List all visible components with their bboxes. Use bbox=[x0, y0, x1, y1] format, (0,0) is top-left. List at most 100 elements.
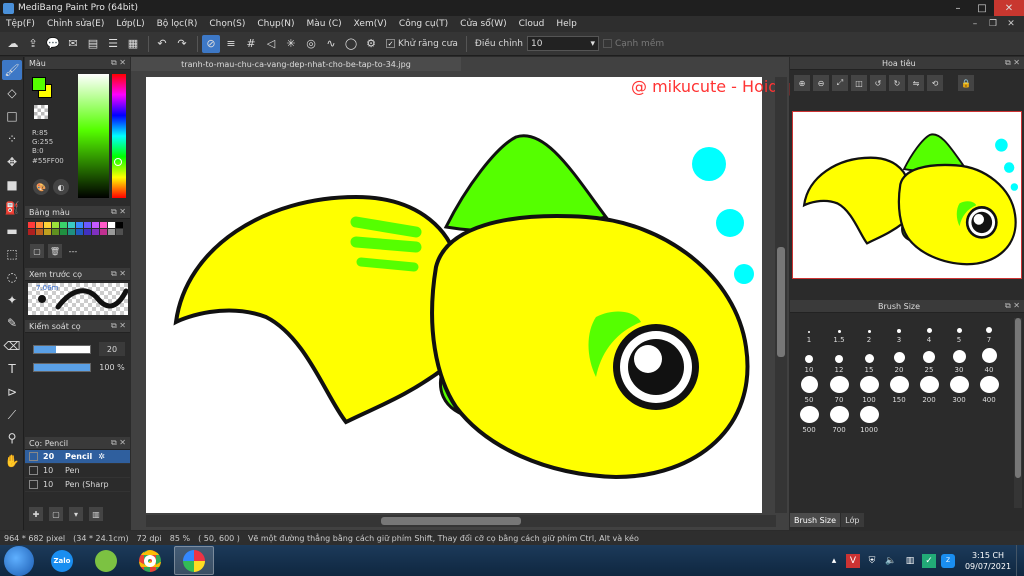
brush-size-option[interactable]: 5 bbox=[944, 316, 974, 346]
palette-icon[interactable]: 🎨 bbox=[33, 179, 49, 195]
parallel-snap-icon[interactable]: ≡ bbox=[222, 35, 240, 53]
palette-swatch[interactable] bbox=[60, 229, 67, 235]
soft-edge-checkbox[interactable]: Cạnh mềm bbox=[602, 39, 664, 49]
undo-icon[interactable]: ↶ bbox=[153, 35, 171, 53]
brush-size-option[interactable]: 500 bbox=[794, 406, 824, 436]
move-tool-icon[interactable]: ✥ bbox=[2, 152, 22, 172]
brush-size-option[interactable]: 3 bbox=[884, 316, 914, 346]
tab-layer[interactable]: Lớp bbox=[841, 513, 864, 527]
lock-icon[interactable]: 🔒 bbox=[958, 75, 974, 91]
horizontal-scrollbar[interactable] bbox=[146, 515, 776, 527]
hue-marker[interactable] bbox=[114, 158, 122, 166]
panel-close-icon[interactable]: ⧉ ✕ bbox=[111, 269, 126, 279]
brush-size-value[interactable]: 20 bbox=[99, 342, 125, 356]
select-eraser-tool-icon[interactable]: ⌫ bbox=[2, 336, 22, 356]
vanish-snap-icon[interactable]: ◁ bbox=[262, 35, 280, 53]
brush-size-option[interactable]: 12 bbox=[824, 346, 854, 376]
drawing-canvas[interactable] bbox=[146, 77, 762, 513]
eraser-tool-icon[interactable]: ◇ bbox=[2, 83, 22, 103]
snap-off-icon[interactable]: ⊘ bbox=[202, 34, 220, 53]
lasso-tool-icon[interactable]: ◌ bbox=[2, 267, 22, 287]
menu-help[interactable]: Help bbox=[556, 19, 577, 29]
brush-size-option[interactable]: 1.5 bbox=[824, 316, 854, 346]
menu-select[interactable]: Chọn(S) bbox=[209, 19, 245, 29]
brush-size-option[interactable]: 25 bbox=[914, 346, 944, 376]
brush-item-pencil[interactable]: 20 Pencil ✲ bbox=[25, 450, 130, 464]
brush-size-option[interactable]: 50 bbox=[794, 376, 824, 406]
menu-tools[interactable]: Công cụ(T) bbox=[399, 19, 448, 29]
magic-wand-tool-icon[interactable]: ✦ bbox=[2, 290, 22, 310]
close-button[interactable]: ✕ bbox=[994, 0, 1024, 16]
volume-icon[interactable]: 🔈 bbox=[884, 554, 898, 568]
snap-settings-icon[interactable]: ⚙ bbox=[362, 35, 380, 53]
menu-capture[interactable]: Chụp(N) bbox=[257, 19, 294, 29]
brush-size-option[interactable]: 200 bbox=[914, 376, 944, 406]
doc-restore-button[interactable]: ❐ bbox=[984, 19, 1002, 29]
rectangle-tool-icon[interactable]: □ bbox=[2, 106, 22, 126]
brush-size-slider[interactable] bbox=[33, 344, 91, 354]
actual-size-icon[interactable]: ◫ bbox=[851, 75, 867, 91]
divide-tool-icon[interactable]: ⊳ bbox=[2, 382, 22, 402]
brush-item-pen[interactable]: 10 Pen bbox=[25, 464, 130, 478]
palette-swatch[interactable] bbox=[44, 222, 51, 228]
add-brush-icon[interactable]: ✚ bbox=[29, 507, 43, 521]
network-icon[interactable]: ▥ bbox=[903, 554, 917, 568]
tray-app-icon[interactable]: V bbox=[846, 553, 860, 568]
brush-checkbox[interactable] bbox=[29, 466, 38, 475]
palette-swatch[interactable] bbox=[36, 229, 43, 235]
vertical-scrollbar[interactable] bbox=[775, 77, 787, 513]
list-icon[interactable]: ☰ bbox=[104, 35, 122, 53]
brush-size-option[interactable]: 700 bbox=[824, 406, 854, 436]
palette-more[interactable]: --- bbox=[66, 244, 80, 258]
menu-edit[interactable]: Chỉnh sửa(E) bbox=[47, 19, 104, 29]
cross-snap-icon[interactable]: # bbox=[242, 35, 260, 53]
foreground-color-swatch[interactable] bbox=[32, 77, 46, 91]
dot-tool-icon[interactable]: ⁘ bbox=[2, 129, 22, 149]
grid-icon[interactable]: ▦ bbox=[124, 35, 142, 53]
brush-checkbox[interactable] bbox=[29, 480, 38, 489]
brush-size-option[interactable]: 40 bbox=[974, 346, 1004, 376]
rotate-left-icon[interactable]: ↺ bbox=[870, 75, 886, 91]
panel-close-icon[interactable]: ⧉ ✕ bbox=[111, 58, 126, 68]
circle-snap-icon[interactable]: ◎ bbox=[302, 35, 320, 53]
panel-close-icon[interactable]: ⧉ ✕ bbox=[1005, 301, 1020, 311]
palette-swatch[interactable] bbox=[76, 222, 83, 228]
brush-tool-icon[interactable]: 🖌 bbox=[2, 60, 22, 80]
taskbar-zalo[interactable]: Zalo bbox=[42, 546, 82, 575]
zoom-in-icon[interactable]: ⊕ bbox=[794, 75, 810, 91]
color-wheel-icon[interactable]: ◐ bbox=[53, 179, 69, 195]
brush-opacity-value[interactable]: 100 % bbox=[99, 360, 125, 374]
document-icon[interactable]: ▤ bbox=[84, 35, 102, 53]
brush-size-option[interactable]: 1 bbox=[794, 316, 824, 346]
brush-opacity-slider[interactable] bbox=[33, 362, 91, 372]
trash-icon[interactable]: 🗑 bbox=[48, 244, 62, 258]
eyedropper-tool-icon[interactable]: ⟋ bbox=[2, 405, 22, 425]
panel-close-icon[interactable]: ⧉ ✕ bbox=[1005, 58, 1020, 68]
bucket-tool-icon[interactable]: ⛽ bbox=[2, 198, 22, 218]
doc-close-button[interactable]: ✕ bbox=[1002, 19, 1020, 29]
brush-size-option[interactable]: 30 bbox=[944, 346, 974, 376]
brush-size-option[interactable]: 10 bbox=[794, 346, 824, 376]
panel-close-icon[interactable]: ⧉ ✕ bbox=[111, 321, 126, 331]
brush-size-option[interactable]: 150 bbox=[884, 376, 914, 406]
taskbar-medibang[interactable] bbox=[174, 546, 214, 575]
brush-size-option[interactable]: 70 bbox=[824, 376, 854, 406]
palette-swatch[interactable] bbox=[52, 222, 59, 228]
palette-swatch[interactable] bbox=[92, 222, 99, 228]
brush-size-option[interactable]: 20 bbox=[884, 346, 914, 376]
tray-app-icon-2[interactable]: ✓ bbox=[922, 553, 936, 568]
new-swatch-icon[interactable]: ▢ bbox=[30, 244, 44, 258]
gradient-tool-icon[interactable]: ▬ bbox=[2, 221, 22, 241]
menu-layer[interactable]: Lớp(L) bbox=[116, 19, 144, 29]
menu-window[interactable]: Cửa sổ(W) bbox=[460, 19, 506, 29]
taskbar-app-green[interactable] bbox=[86, 546, 126, 575]
start-button[interactable] bbox=[4, 545, 34, 576]
horizontal-scroll-thumb[interactable] bbox=[381, 517, 521, 525]
brush-size-option[interactable]: 300 bbox=[944, 376, 974, 406]
hue-slider[interactable] bbox=[112, 74, 126, 198]
delete-brush-icon[interactable]: ▥ bbox=[89, 507, 103, 521]
palette-swatch[interactable] bbox=[116, 229, 123, 235]
cloud-icon[interactable]: ☁ bbox=[4, 35, 22, 53]
palette-swatch[interactable] bbox=[28, 229, 35, 235]
palette-swatch[interactable] bbox=[116, 222, 123, 228]
